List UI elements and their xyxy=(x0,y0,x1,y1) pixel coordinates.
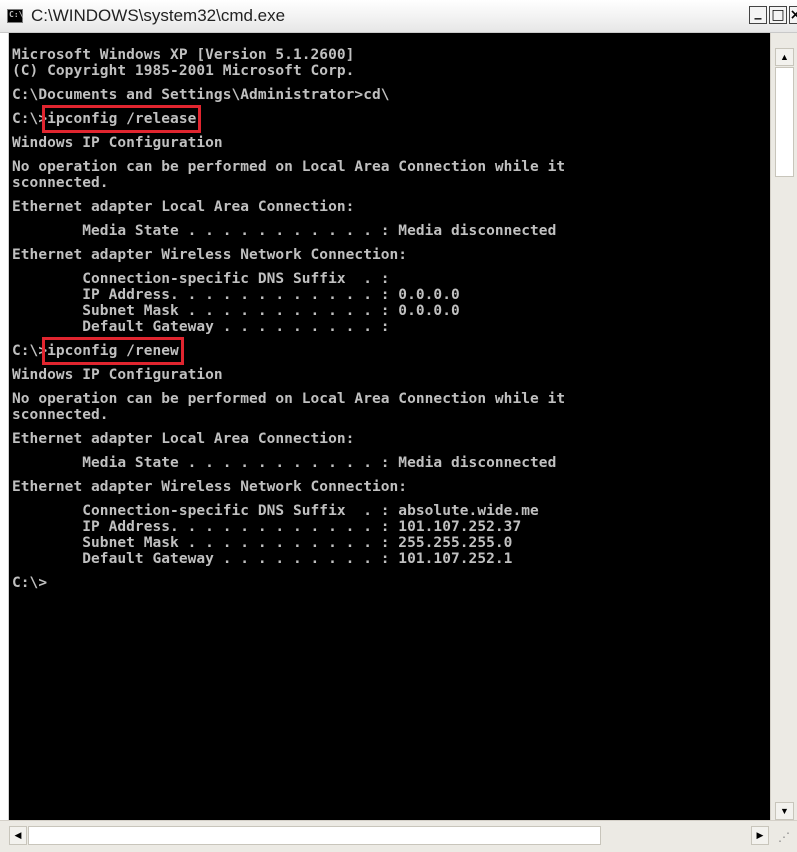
horizontal-scroll-thumb[interactable] xyxy=(28,826,601,845)
console-line: sconnected. xyxy=(12,175,109,191)
console-line: Ethernet adapter Wireless Network Connec… xyxy=(12,247,408,263)
console-line: Media State . . . . . . . . . . . : Medi… xyxy=(12,223,557,239)
window-frame-left xyxy=(0,33,9,820)
scroll-down-button[interactable]: ▼ xyxy=(775,802,794,820)
console-line: Default Gateway . . . . . . . . . : 101.… xyxy=(12,551,513,567)
console-line: Ethernet adapter Local Area Connection: xyxy=(12,199,355,215)
vertical-scroll-thumb[interactable] xyxy=(775,67,794,177)
vertical-scrollbar[interactable]: ▲ ▼ xyxy=(770,33,797,820)
console-line: (C) Copyright 1985-2001 Microsoft Corp. xyxy=(12,63,355,79)
console-line: C:\Documents and Settings\Administrator>… xyxy=(12,87,390,103)
title-bar[interactable]: C:\ C:\WINDOWS\system32\cmd.exe _ □ × xyxy=(0,0,797,33)
arrow-left-icon: ◀ xyxy=(14,830,22,840)
console-line: Default Gateway . . . . . . . . . : xyxy=(12,319,390,335)
console-line: Microsoft Windows XP [Version 5.1.2600] xyxy=(12,47,355,63)
console-line: Windows IP Configuration xyxy=(12,367,223,383)
console-output[interactable]: Microsoft Windows XP [Version 5.1.2600](… xyxy=(9,33,770,820)
horizontal-scrollbar[interactable]: ◀ ▶ ⋰ xyxy=(0,820,797,852)
cmd-icon-label: C:\ xyxy=(9,10,24,19)
renew-command-highlight xyxy=(42,337,184,365)
minimize-button[interactable]: _ xyxy=(749,4,767,24)
console-line: Media State . . . . . . . . . . . : Medi… xyxy=(12,455,557,471)
console-line: Subnet Mask . . . . . . . . . . . : 0.0.… xyxy=(12,303,460,319)
console-line: Ethernet adapter Local Area Connection: xyxy=(12,431,355,447)
maximize-icon: □ xyxy=(771,7,785,23)
console-line: Subnet Mask . . . . . . . . . . . : 255.… xyxy=(12,535,513,551)
release-command-highlight xyxy=(42,105,202,133)
cmd-app-icon[interactable]: C:\ xyxy=(7,9,23,23)
scroll-up-button[interactable]: ▲ xyxy=(775,48,794,66)
console-line: Connection-specific DNS Suffix . : xyxy=(12,271,390,287)
close-button[interactable]: × xyxy=(789,6,797,24)
close-icon: × xyxy=(789,7,797,23)
arrow-up-icon: ▲ xyxy=(780,52,789,62)
arrow-down-icon: ▼ xyxy=(780,806,789,816)
arrow-right-icon: ▶ xyxy=(756,830,764,840)
console-line: No operation can be performed on Local A… xyxy=(12,391,566,407)
maximize-button[interactable]: □ xyxy=(769,6,787,24)
resize-grip-icon[interactable]: ⋰ xyxy=(774,827,794,847)
console-line: C:\> xyxy=(12,575,48,591)
console-line: No operation can be performed on Local A… xyxy=(12,159,566,175)
console-line: IP Address. . . . . . . . . . . . : 101.… xyxy=(12,519,522,535)
window-title: C:\WINDOWS\system32\cmd.exe xyxy=(31,6,286,25)
scroll-right-button[interactable]: ▶ xyxy=(751,826,769,845)
scroll-left-button[interactable]: ◀ xyxy=(9,826,27,845)
console-line: sconnected. xyxy=(12,407,109,423)
console-line: IP Address. . . . . . . . . . . . : 0.0.… xyxy=(12,287,460,303)
console-line: Windows IP Configuration xyxy=(12,135,223,151)
console-line: Ethernet adapter Wireless Network Connec… xyxy=(12,479,408,495)
console-line: Connection-specific DNS Suffix . : absol… xyxy=(12,503,539,519)
minimize-icon: _ xyxy=(754,4,762,20)
